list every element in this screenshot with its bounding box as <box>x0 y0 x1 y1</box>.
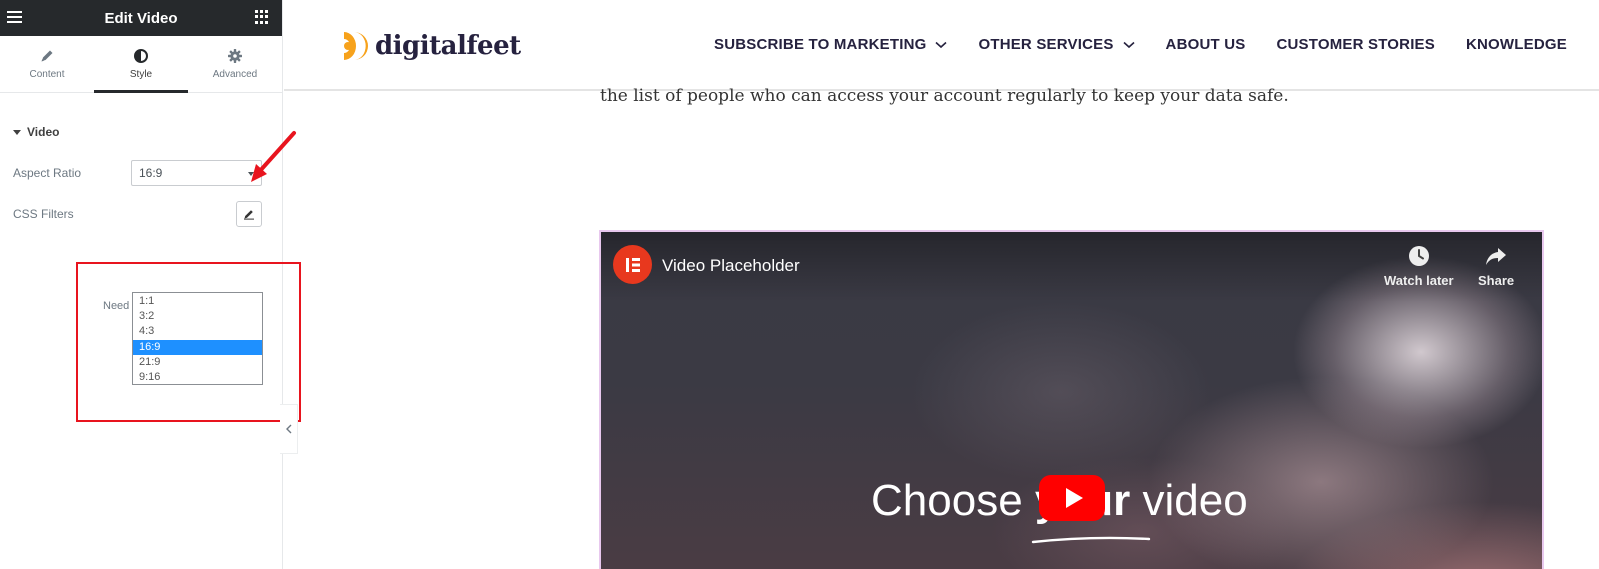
edit-pencil-icon <box>244 210 254 220</box>
logo-text: digitalfeet <box>375 31 521 61</box>
youtube-play-button[interactable] <box>1039 475 1105 521</box>
tab-content-label: Content <box>29 69 65 80</box>
panel-tabs: Content Style Advanced <box>0 36 282 93</box>
need-help-label: Need <box>103 300 130 312</box>
clock-icon <box>1408 246 1429 266</box>
pencil-icon <box>41 50 53 62</box>
watch-later-label: Watch later <box>1384 273 1454 288</box>
share-button[interactable]: Share <box>1478 244 1514 288</box>
aspect-ratio-select[interactable]: 16:9 <box>131 160 262 186</box>
section-video-toggle[interactable]: Video <box>13 125 282 139</box>
nav-label: SUBSCRIBE TO MARKETING <box>714 36 927 53</box>
tab-style[interactable]: Style <box>94 36 188 93</box>
chevron-down-icon <box>935 41 948 48</box>
video-placeholder[interactable]: Video Placeholder Watch later Share Choo… <box>599 230 1544 569</box>
tab-content[interactable]: Content <box>0 36 94 92</box>
aspect-ratio-control: Aspect Ratio 16:9 <box>0 160 282 186</box>
share-arrow-icon <box>1486 248 1507 265</box>
site-header: digitalfeet SUBSCRIBE TO MARKETING OTHER… <box>284 0 1599 91</box>
tab-style-label: Style <box>129 69 153 80</box>
aspect-ratio-label: Aspect Ratio <box>13 166 82 180</box>
option-1-1[interactable]: 1:1 <box>133 294 262 309</box>
editor-panel: Edit Video Content Style Advanced Video … <box>0 0 283 569</box>
play-icon <box>1065 488 1083 508</box>
aspect-ratio-value: 16:9 <box>139 166 163 180</box>
css-filters-control: CSS Filters <box>0 201 282 227</box>
video-title[interactable]: Video Placeholder <box>662 256 800 276</box>
section-title: Video <box>27 125 60 139</box>
overlay-prefix: Choose <box>871 476 1035 525</box>
chevron-left-icon <box>285 424 291 434</box>
tab-advanced[interactable]: Advanced <box>188 36 282 92</box>
nav-other-services[interactable]: OTHER SERVICES <box>978 36 1135 53</box>
site-logo[interactable]: digitalfeet <box>340 30 521 62</box>
nav-label: ABOUT US <box>1165 36 1246 53</box>
option-16-9[interactable]: 16:9 <box>133 339 262 355</box>
widgets-grid-icon[interactable] <box>255 10 269 24</box>
option-9-16[interactable]: 9:16 <box>133 370 262 385</box>
hamburger-menu-icon[interactable] <box>7 11 22 23</box>
nav-label: CUSTOMER STORIES <box>1276 36 1435 53</box>
nav-about-us[interactable]: ABOUT US <box>1166 36 1246 53</box>
article-paragraph: the list of people who can access your a… <box>600 86 1289 106</box>
tab-advanced-label: Advanced <box>212 69 258 80</box>
elementor-logo-icon <box>625 257 640 272</box>
watch-later-button[interactable]: Watch later <box>1384 244 1454 288</box>
chevron-down-icon <box>248 172 254 176</box>
gear-icon <box>228 49 242 63</box>
panel-title: Edit Video <box>104 9 178 27</box>
option-21-9[interactable]: 21:9 <box>133 355 262 370</box>
panel-header: Edit Video <box>0 0 282 36</box>
css-filters-label: CSS Filters <box>13 207 74 221</box>
option-3-2[interactable]: 3:2 <box>133 309 262 324</box>
caret-down-icon <box>13 129 21 135</box>
share-label: Share <box>1478 273 1515 288</box>
nav-label: KNOWLEDGE <box>1465 36 1567 53</box>
nav-subscribe-to-marketing[interactable]: SUBSCRIBE TO MARKETING <box>714 36 948 53</box>
collapse-panel-button[interactable] <box>280 404 298 454</box>
main-nav: SUBSCRIBE TO MARKETING OTHER SERVICES AB… <box>714 36 1598 53</box>
half-circle-icon <box>134 49 148 63</box>
css-filters-edit-button[interactable] <box>236 201 262 227</box>
brush-underline-icon <box>1031 536 1151 544</box>
digitalfeet-logo-icon <box>344 32 368 60</box>
option-4-3[interactable]: 4:3 <box>133 324 262 339</box>
overlay-suffix: video <box>1130 476 1248 525</box>
nav-knowledge[interactable]: KNOWLEDGE <box>1466 36 1567 53</box>
aspect-ratio-options-list[interactable]: 1:1 3:2 4:3 16:9 21:9 9:16 <box>132 292 263 385</box>
chevron-down-icon <box>1122 41 1135 48</box>
nav-customer-stories[interactable]: CUSTOMER STORIES <box>1276 36 1435 53</box>
elementor-channel-icon[interactable] <box>613 245 652 284</box>
nav-label: OTHER SERVICES <box>978 36 1114 53</box>
